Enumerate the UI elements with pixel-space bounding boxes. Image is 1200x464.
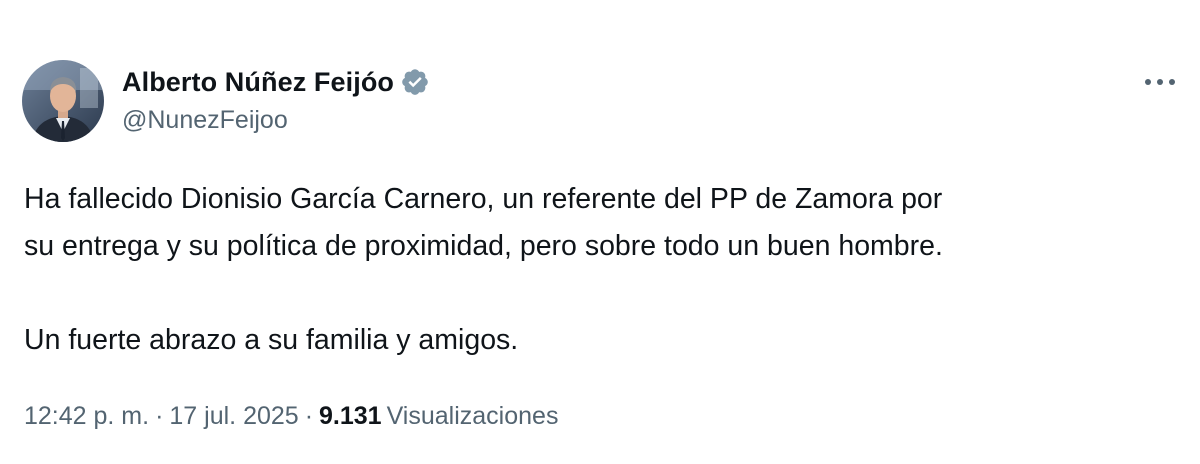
name-row: Alberto Núñez Feijóo <box>122 64 430 100</box>
tweet-card: Alberto Núñez Feijóo @NunezFeijoo Ha fal… <box>0 0 1200 464</box>
tweet-text-line: su entrega y su política de proximidad, … <box>24 230 943 262</box>
separator-dot: · <box>304 402 314 430</box>
views-count: 9.131 <box>319 402 382 430</box>
author-avatar[interactable] <box>22 60 104 142</box>
views-label[interactable]: Visualizaciones <box>387 402 559 431</box>
author-handle[interactable]: @NunezFeijoo <box>122 106 430 135</box>
tweet-timestamp-date[interactable]: 17 jul. 2025 <box>169 402 298 431</box>
avatar-photo-icon <box>22 60 104 142</box>
tweet-metadata: 12:42 p. m. · 17 jul. 2025 · 9.131 Visua… <box>24 402 558 431</box>
tweet-text-line: Un fuerte abrazo a su familia y amigos. <box>24 324 519 356</box>
separator-dot: · <box>155 402 164 430</box>
tweet-text: Ha fallecido Dionisio García Carnero, un… <box>24 176 1184 364</box>
tweet-timestamp-time[interactable]: 12:42 p. m. <box>24 402 149 431</box>
author-header: Alberto Núñez Feijóo @NunezFeijoo <box>122 64 430 135</box>
more-options-button[interactable] <box>1138 66 1182 98</box>
ellipsis-icon <box>1145 79 1175 85</box>
verified-badge-icon[interactable] <box>400 67 430 97</box>
author-display-name[interactable]: Alberto Núñez Feijóo <box>122 67 394 98</box>
tweet-text-line: Ha fallecido Dionisio García Carnero, un… <box>24 183 943 215</box>
